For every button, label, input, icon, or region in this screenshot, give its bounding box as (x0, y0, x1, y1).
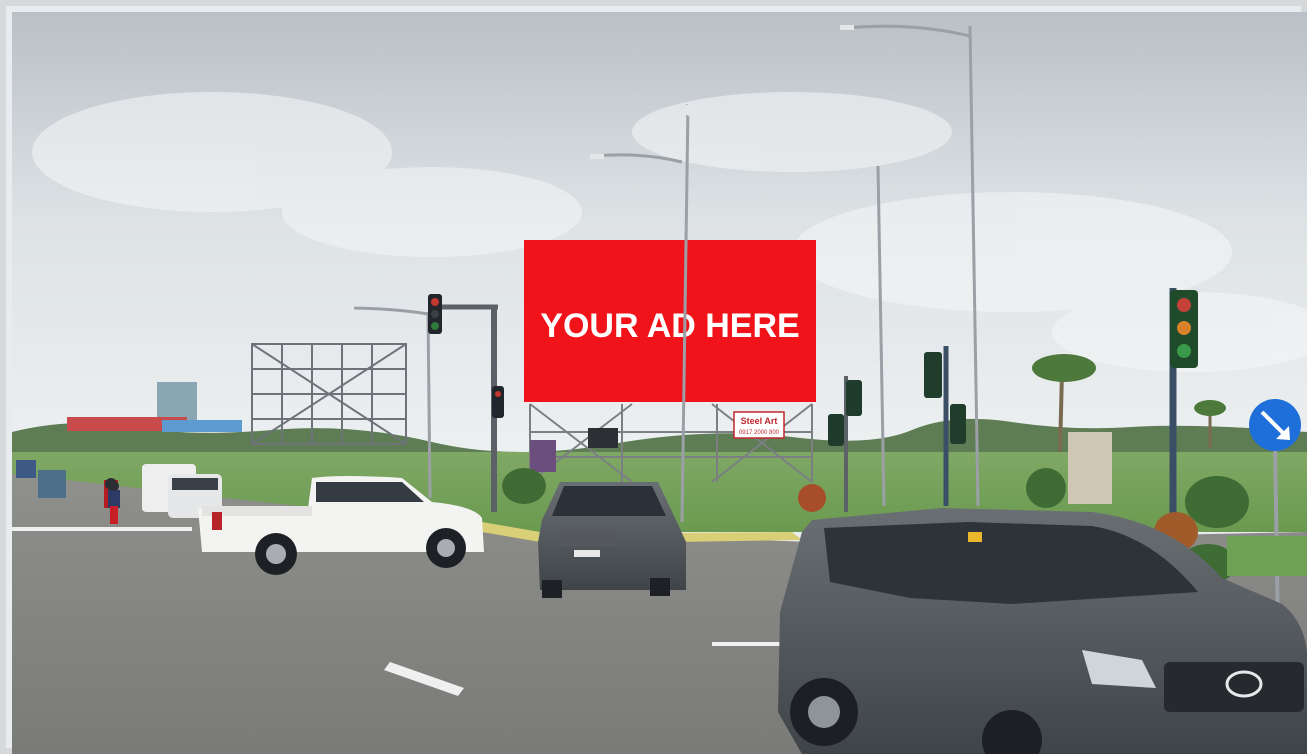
right-lawn (1227, 536, 1307, 576)
steel-art-sign: Steel Art 0917 2000 800 (733, 411, 785, 439)
gray-suv-center (538, 482, 686, 598)
small-poster (530, 440, 556, 472)
steel-art-sign-subtext: 0917 2000 800 (739, 430, 780, 436)
scene-svg: YOUR AD HERE Steel Art 0917 2000 800 (12, 12, 1307, 754)
photo-frame: YOUR AD HERE Steel Art 0917 2000 800 (0, 0, 1307, 754)
billboard-text: YOUR AD HERE (540, 307, 799, 345)
street-scene-photo: YOUR AD HERE Steel Art 0917 2000 800 (12, 12, 1307, 754)
guard-post (1068, 432, 1112, 504)
dark-sign (588, 428, 618, 448)
steel-art-sign-text: Steel Art (741, 416, 778, 426)
